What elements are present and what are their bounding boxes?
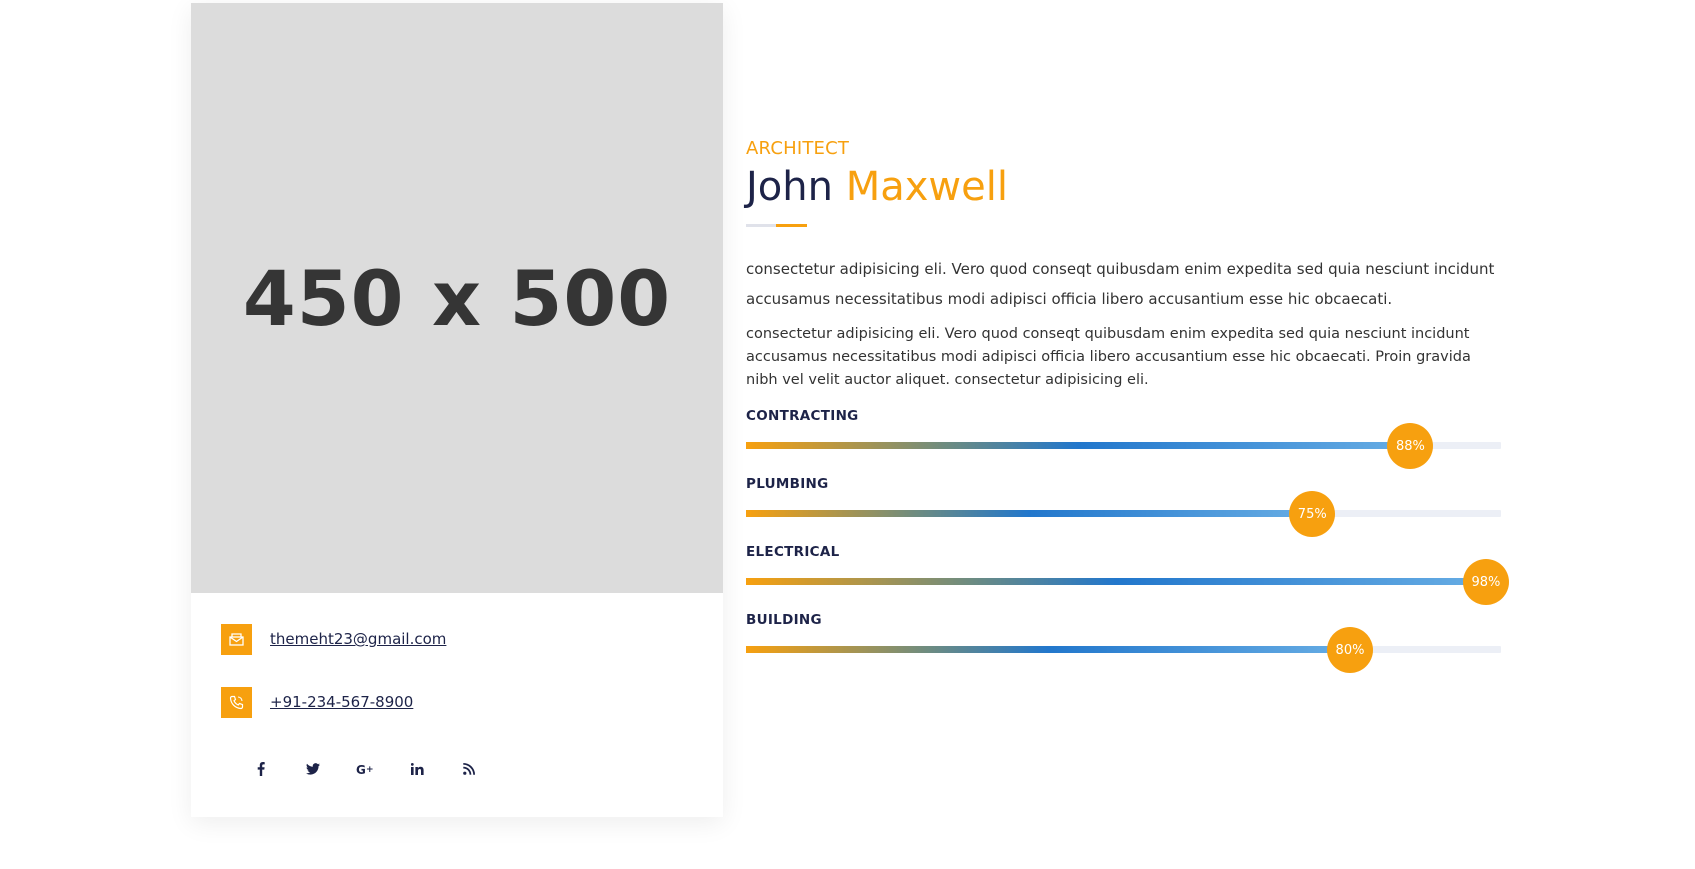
- linkedin-icon[interactable]: [391, 749, 443, 789]
- skill-percent-badge: 80%: [1327, 627, 1373, 673]
- skill-label: BUILDING: [746, 612, 822, 628]
- svg-text:G: G: [356, 763, 366, 775]
- placeholder-text: 450 x 500: [242, 253, 672, 343]
- phone-link[interactable]: +91-234-567-8900: [270, 693, 413, 711]
- first-name: John: [746, 164, 833, 210]
- intro-paragraph: consectetur adipisicing eli. Vero quod c…: [746, 260, 1495, 308]
- skill-item: PLUMBING 75%: [746, 476, 1501, 544]
- profile-card: 450 x 500 themeht23@gmail.com +91-234-56…: [191, 3, 723, 817]
- rss-icon[interactable]: [443, 749, 495, 789]
- phone-row: +91-234-567-8900: [221, 686, 723, 718]
- skill-percent-badge: 75%: [1289, 491, 1336, 537]
- skill-track: 80%: [746, 627, 1501, 673]
- skill-label: PLUMBING: [746, 476, 829, 492]
- facebook-icon[interactable]: [235, 749, 287, 789]
- skill-percent-badge: 98%: [1462, 559, 1509, 605]
- google-plus-icon[interactable]: G +: [339, 749, 391, 789]
- skill-item: ELECTRICAL 98%: [746, 544, 1509, 612]
- last-name: Maxwell: [845, 164, 1008, 210]
- skill-progress-fill: [746, 646, 1350, 653]
- twitter-icon[interactable]: [287, 749, 339, 789]
- contact-info: themeht23@gmail.com +91-234-567-8900 G +: [191, 593, 723, 789]
- title-divider: [746, 224, 807, 227]
- profile-image-placeholder: 450 x 500: [191, 3, 723, 593]
- profile-name: John Maxwell: [746, 162, 1501, 212]
- skill-progress-fill: [746, 578, 1486, 585]
- skill-track: 75%: [746, 491, 1501, 537]
- envelope-icon: [221, 623, 252, 655]
- detail-paragraph: consectetur adipisicing eli. Vero quod c…: [746, 326, 1471, 388]
- social-links: G +: [221, 749, 723, 789]
- skill-label: CONTRACTING: [746, 408, 859, 424]
- skill-label: ELECTRICAL: [746, 544, 840, 560]
- skills-list: CONTRACTING 88% PLUMBING 75% ELECTRICAL …: [746, 408, 1509, 680]
- skill-progress-fill: [746, 442, 1411, 449]
- phone-icon: [221, 686, 252, 718]
- skill-track: 88%: [746, 423, 1501, 469]
- skill-item: BUILDING 80%: [746, 612, 1501, 680]
- skill-progress-fill: [746, 510, 1313, 517]
- skill-track: 98%: [746, 559, 1509, 605]
- skill-item: CONTRACTING 88%: [746, 408, 1501, 476]
- role-label: ARCHITECT: [746, 138, 850, 159]
- email-row: themeht23@gmail.com: [221, 623, 723, 655]
- svg-text:+: +: [366, 765, 374, 775]
- skill-percent-badge: 88%: [1387, 423, 1434, 469]
- email-link[interactable]: themeht23@gmail.com: [270, 630, 446, 648]
- profile-details: ARCHITECT John Maxwell consectetur adipi…: [746, 138, 1509, 680]
